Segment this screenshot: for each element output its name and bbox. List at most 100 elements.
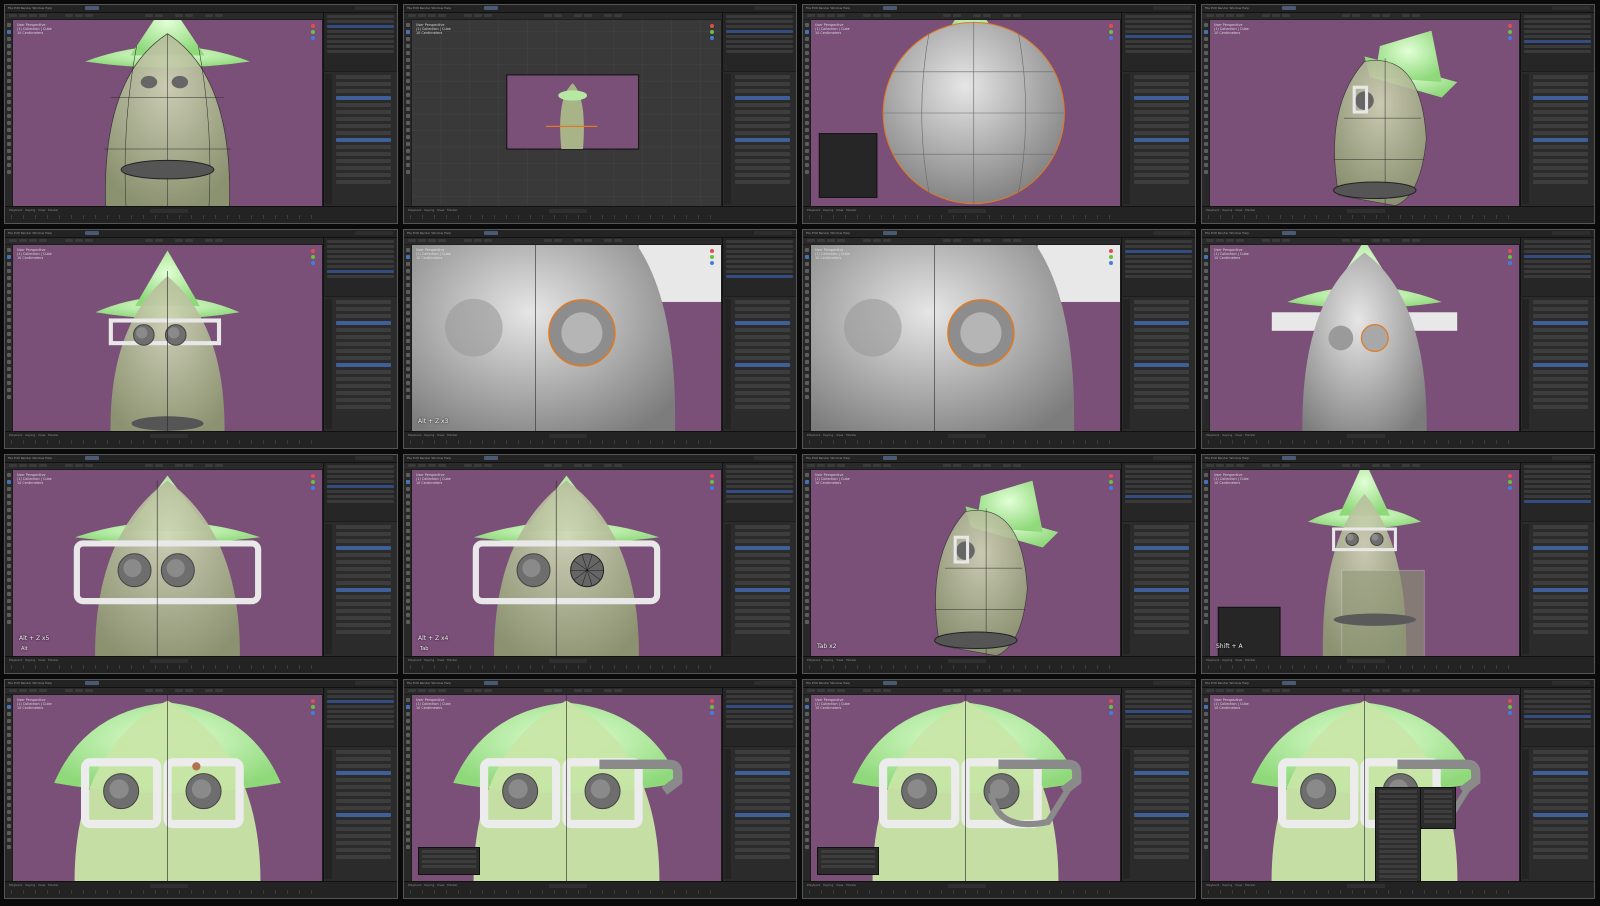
- tool-icon[interactable]: [6, 606, 11, 610]
- tool-icon[interactable]: [804, 30, 809, 34]
- property-field[interactable]: [336, 391, 391, 395]
- playback-controls[interactable]: [150, 434, 188, 438]
- tool-icon[interactable]: [6, 114, 11, 118]
- header-button[interactable]: [973, 689, 981, 692]
- header-button[interactable]: [1402, 689, 1410, 692]
- property-field[interactable]: [1134, 525, 1189, 529]
- tool-icon[interactable]: [405, 374, 410, 378]
- outliner-item[interactable]: [1524, 490, 1591, 493]
- property-field[interactable]: [735, 145, 790, 149]
- header-button[interactable]: [827, 689, 835, 692]
- header-button[interactable]: [807, 464, 815, 467]
- tool-icon[interactable]: [804, 304, 809, 308]
- outliner-item[interactable]: [327, 15, 394, 18]
- property-field[interactable]: [1533, 96, 1588, 100]
- menu-item[interactable]: [1379, 855, 1417, 858]
- workspace-tab[interactable]: [1282, 456, 1296, 460]
- header-button[interactable]: [155, 239, 163, 242]
- header-button[interactable]: [1412, 689, 1420, 692]
- header-button[interactable]: [1262, 239, 1270, 242]
- 3d-viewport[interactable]: User Perspective (1) Collection | Cube 10 …: [412, 20, 721, 206]
- property-field[interactable]: [1134, 152, 1189, 156]
- menu-labels[interactable]: File Edit Render Window Help: [806, 456, 850, 460]
- axis-dot-icon[interactable]: [1508, 255, 1512, 259]
- outliner-item[interactable]: [327, 250, 394, 253]
- tool-icon[interactable]: [1203, 100, 1208, 104]
- property-field[interactable]: [1533, 166, 1588, 170]
- axis-dot-icon[interactable]: [1508, 30, 1512, 34]
- menu-item[interactable]: [1379, 870, 1417, 873]
- header-button[interactable]: [145, 14, 153, 17]
- property-field[interactable]: [1533, 391, 1588, 395]
- outliner-item[interactable]: [1524, 40, 1591, 43]
- menu-labels[interactable]: File Edit Render Window Help: [8, 231, 52, 235]
- workspace-tab[interactable]: [85, 231, 99, 235]
- property-field[interactable]: [1134, 546, 1189, 550]
- property-field[interactable]: [1533, 314, 1588, 318]
- outliner-item[interactable]: [1524, 50, 1591, 53]
- tool-icon[interactable]: [6, 585, 11, 589]
- tool-icon[interactable]: [1203, 592, 1208, 596]
- outliner-item[interactable]: [327, 495, 394, 498]
- header-button[interactable]: [474, 239, 482, 242]
- outliner-item[interactable]: [1125, 710, 1192, 713]
- header-button[interactable]: [873, 239, 881, 242]
- header-button[interactable]: [614, 689, 622, 692]
- header-button[interactable]: [1272, 689, 1280, 692]
- property-field[interactable]: [1533, 574, 1588, 578]
- property-field[interactable]: [1134, 757, 1189, 761]
- tool-icon[interactable]: [405, 508, 410, 512]
- header-button[interactable]: [817, 464, 825, 467]
- outliner-item[interactable]: [327, 715, 394, 718]
- outliner-item[interactable]: [1524, 30, 1591, 33]
- header-button[interactable]: [1372, 239, 1380, 242]
- property-field[interactable]: [336, 553, 391, 557]
- tool-icon[interactable]: [405, 810, 410, 814]
- outliner-item[interactable]: [1125, 720, 1192, 723]
- tool-icon[interactable]: [1203, 817, 1208, 821]
- property-field[interactable]: [1533, 827, 1588, 831]
- header-button[interactable]: [1003, 689, 1011, 692]
- header-button[interactable]: [1013, 464, 1021, 467]
- property-field[interactable]: [336, 173, 391, 177]
- header-button[interactable]: [1272, 14, 1280, 17]
- axis-dot-icon[interactable]: [710, 486, 714, 490]
- tool-icon[interactable]: [804, 395, 809, 399]
- tool-icon[interactable]: [6, 508, 11, 512]
- tool-icon[interactable]: [804, 65, 809, 69]
- tool-icon[interactable]: [1203, 585, 1208, 589]
- tool-icon[interactable]: [1203, 789, 1208, 793]
- tool-icon[interactable]: [405, 86, 410, 90]
- tool-icon[interactable]: [405, 754, 410, 758]
- tool-icon[interactable]: [804, 529, 809, 533]
- tool-icon[interactable]: [6, 796, 11, 800]
- axis-dot-icon[interactable]: [311, 255, 315, 259]
- property-field[interactable]: [735, 300, 790, 304]
- property-field[interactable]: [1533, 616, 1588, 620]
- property-field[interactable]: [1134, 180, 1189, 184]
- tool-icon[interactable]: [804, 128, 809, 132]
- tool-icon[interactable]: [6, 23, 11, 27]
- operator-panel[interactable]: [817, 847, 879, 875]
- property-field[interactable]: [336, 75, 391, 79]
- tool-icon[interactable]: [6, 620, 11, 624]
- outliner-item[interactable]: [1524, 250, 1591, 253]
- header-button[interactable]: [85, 464, 93, 467]
- timeline-ruler[interactable]: [410, 665, 716, 669]
- property-field[interactable]: [735, 757, 790, 761]
- header-button[interactable]: [19, 689, 27, 692]
- header-button[interactable]: [953, 689, 961, 692]
- header-button[interactable]: [1013, 689, 1021, 692]
- header-button[interactable]: [1342, 239, 1350, 242]
- tool-icon[interactable]: [1203, 761, 1208, 765]
- timeline-menu[interactable]: Playback · Keying · View · Marker: [408, 433, 458, 437]
- tool-icon[interactable]: [1203, 93, 1208, 97]
- tool-icon[interactable]: [804, 311, 809, 315]
- property-field[interactable]: [735, 574, 790, 578]
- header-button[interactable]: [1206, 464, 1214, 467]
- header-button[interactable]: [1402, 14, 1410, 17]
- outliner-item[interactable]: [1125, 275, 1192, 278]
- tool-icon[interactable]: [1203, 606, 1208, 610]
- outliner-item[interactable]: [327, 50, 394, 53]
- outliner-item[interactable]: [1125, 20, 1192, 23]
